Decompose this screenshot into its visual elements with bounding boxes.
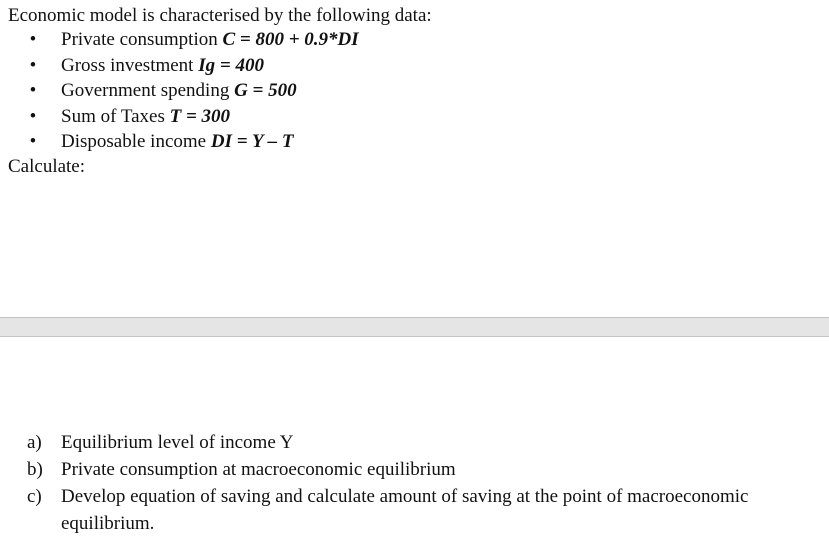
task-text: Equilibrium level of income Y <box>61 432 294 453</box>
intro-text: Economic model is characterised by the f… <box>8 5 432 26</box>
task-marker: a) <box>27 432 42 453</box>
task-item-a: a) Equilibrium level of income Y <box>0 429 829 456</box>
task-marker: c) <box>27 486 42 507</box>
bullet-icon: • <box>29 54 37 76</box>
item-label: Private consumption <box>61 29 223 50</box>
item-label: Government spending <box>61 80 235 101</box>
page-separator <box>0 317 829 337</box>
item-label: Gross investment <box>61 54 199 76</box>
task-text: Develop equation of saving and calculate… <box>61 486 749 534</box>
task-item-b: b) Private consumption at macroeconomic … <box>0 456 829 483</box>
item-label: Sum of Taxes <box>61 105 170 127</box>
task-list: a) Equilibrium level of income Y b) Priv… <box>0 429 829 537</box>
item-equation: T = 300 <box>169 105 231 127</box>
task-item-c: c) Develop equation of saving and calcul… <box>0 483 829 537</box>
task-text: Private consumption at macroeconomic equ… <box>61 459 456 480</box>
bullet-icon: • <box>29 80 37 101</box>
calculate-label: Calculate: <box>8 156 86 177</box>
item-equation: G = 500 <box>234 80 297 101</box>
bullet-icon: • <box>29 29 37 50</box>
item-equation: DI = Y – T <box>210 131 294 152</box>
item-label: Disposable income <box>61 131 211 152</box>
item-equation: C = 800 + 0.9*DI <box>222 29 359 50</box>
bullet-icon: • <box>29 131 37 152</box>
item-equation: Ig = 400 <box>198 54 264 76</box>
bullet-icon: • <box>29 105 37 127</box>
task-marker: b) <box>27 459 43 480</box>
